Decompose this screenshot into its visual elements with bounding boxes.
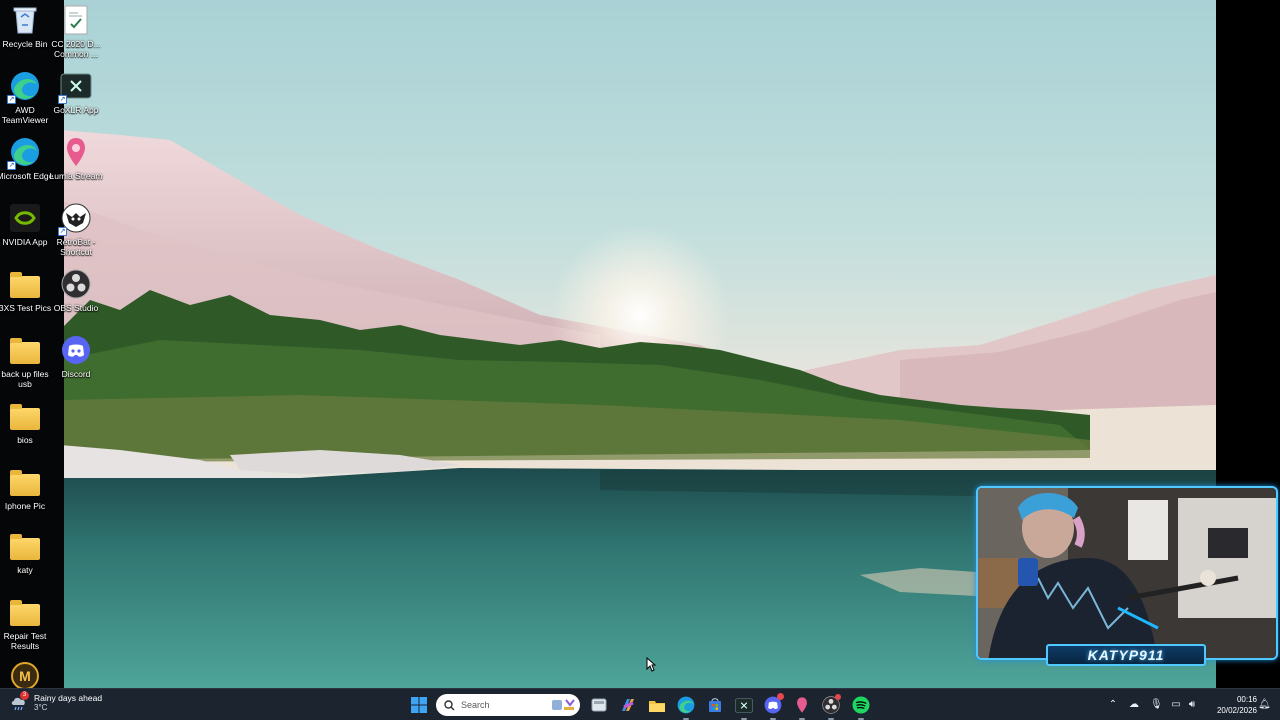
weather-temperature: 3°C <box>34 703 48 712</box>
repair-test-results-folder[interactable]: Repair Test Results <box>0 596 53 651</box>
icon-label: Discord <box>61 369 91 379</box>
icon-label: OBS Studio <box>53 303 99 313</box>
katy-folder[interactable]: katy <box>0 530 53 575</box>
icon-label: Repair Test Results <box>3 631 47 651</box>
store-icon <box>709 698 721 712</box>
app-m-shortcut[interactable]: M <box>0 660 53 688</box>
webcam-name-plate: KATYP911 <box>1046 644 1206 666</box>
discord-icon <box>60 334 92 366</box>
edge-button[interactable] <box>675 694 697 720</box>
goxlr-icon <box>735 697 753 713</box>
file-explorer-icon <box>649 700 665 712</box>
rain-cloud-icon: 3 <box>10 691 29 712</box>
retrobat-icon: ↗ <box>58 202 92 236</box>
app-m-icon: M <box>9 660 41 688</box>
volume-icon[interactable]: 🔊︎ <box>1186 699 1198 711</box>
folder-icon <box>9 466 41 498</box>
cc-2020-document-shortcut[interactable]: CC 2020 D... Common ... <box>48 4 104 59</box>
clock-date: 20/02/2026 <box>1216 706 1257 715</box>
folder-icon <box>9 268 41 300</box>
nvidia-icon <box>9 202 41 234</box>
awd-teamviewer-shortcut[interactable]: ↗ AWD TeamViewer <box>0 70 53 125</box>
folder-icon <box>9 334 41 366</box>
svg-text:M: M <box>19 668 31 684</box>
copilot-icon <box>622 699 634 711</box>
folder-icon <box>9 400 41 432</box>
icon-label: Lumia Stream <box>49 171 103 181</box>
onedrive-cloud-icon[interactable]: ☁ <box>1128 699 1140 711</box>
search-placeholder: Search <box>461 700 490 710</box>
task-view-button[interactable] <box>588 694 610 716</box>
search-highlight-icon <box>552 699 575 710</box>
icon-label: CC 2020 D... Common ... <box>51 39 101 59</box>
obs-recording-dot <box>835 694 841 700</box>
discord-shortcut[interactable]: Discord <box>48 334 104 379</box>
iphone-pic-folder[interactable]: Iphone Pic <box>0 466 53 511</box>
icon-label: bios <box>17 435 33 445</box>
shortcut-arrow-icon: ↗ <box>58 95 67 104</box>
lumia-stream-icon <box>797 697 807 713</box>
spotify-icon <box>852 696 870 714</box>
notification-bell-icon[interactable]: 🔔︎ <box>1258 699 1271 711</box>
edge-icon <box>677 696 695 714</box>
obs-button[interactable] <box>820 694 842 720</box>
folder-icon <box>9 530 41 562</box>
network-icon[interactable]: ▭ <box>1170 699 1182 711</box>
recycle-bin-icon <box>9 4 41 36</box>
spotify-button[interactable] <box>850 694 872 720</box>
mouse-cursor-icon <box>646 657 656 672</box>
lumia-stream-button[interactable] <box>791 694 813 720</box>
icon-label: RetroBat - Shortcut <box>56 237 96 257</box>
bios-folder[interactable]: bios <box>0 400 53 445</box>
obs-studio-shortcut[interactable]: OBS Studio <box>48 268 104 313</box>
weather-title: Rainy days ahead <box>34 693 103 703</box>
microphone-icon[interactable]: 🎙︎ <box>1150 699 1163 711</box>
goxlr-app-shortcut[interactable]: ↗ GoXLR App <box>48 70 104 115</box>
document-icon <box>60 4 92 36</box>
taskbar: 3 Rainy days ahead 3°C Search ⌃ ☁ 🎙︎ ▭ 🔊… <box>0 688 1280 720</box>
retrobat-shortcut[interactable]: ↗ RetroBat - Shortcut <box>48 202 104 257</box>
goxlr-icon: ↗ <box>58 70 92 104</box>
discord-notification-dot <box>777 693 784 700</box>
folder-icon <box>9 596 41 628</box>
icon-label: Iphone Pic <box>4 501 46 511</box>
clock-time: 00:16 <box>1236 695 1257 704</box>
taskbar-search[interactable]: Search <box>436 694 580 716</box>
shortcut-arrow-icon: ↗ <box>58 227 67 236</box>
weather-widget[interactable]: 3 Rainy days ahead 3°C <box>10 691 103 713</box>
notification-badge: 3 <box>20 691 29 700</box>
back-up-files-usb-folder[interactable]: back up files usb <box>0 334 53 389</box>
icon-label: katy <box>17 565 33 575</box>
discord-button[interactable] <box>762 693 784 720</box>
edge-icon: ↗ <box>7 136 41 170</box>
webcam-feed <box>978 488 1276 658</box>
store-button[interactable] <box>704 694 726 716</box>
file-explorer-button[interactable] <box>646 694 668 716</box>
taskbar-clock[interactable]: 00:16 20/02/2026 <box>1205 694 1257 716</box>
lumia-stream-icon <box>60 136 92 168</box>
obs-icon <box>60 268 92 300</box>
shortcut-arrow-icon: ↗ <box>7 161 16 170</box>
search-icon <box>444 699 455 710</box>
goxlr-button[interactable] <box>733 694 755 720</box>
chevron-up-icon[interactable]: ⌃ <box>1107 699 1119 711</box>
shortcut-arrow-icon: ↗ <box>7 95 16 104</box>
task-view-icon <box>591 698 607 712</box>
webcam-overlay <box>976 486 1278 660</box>
start-button[interactable] <box>408 694 430 716</box>
copilot-button[interactable] <box>617 694 639 716</box>
edge-icon: ↗ <box>7 70 41 104</box>
icon-label: GoXLR App <box>53 105 99 115</box>
lumia-stream-shortcut[interactable]: Lumia Stream <box>48 136 104 181</box>
start-icon <box>411 697 427 713</box>
